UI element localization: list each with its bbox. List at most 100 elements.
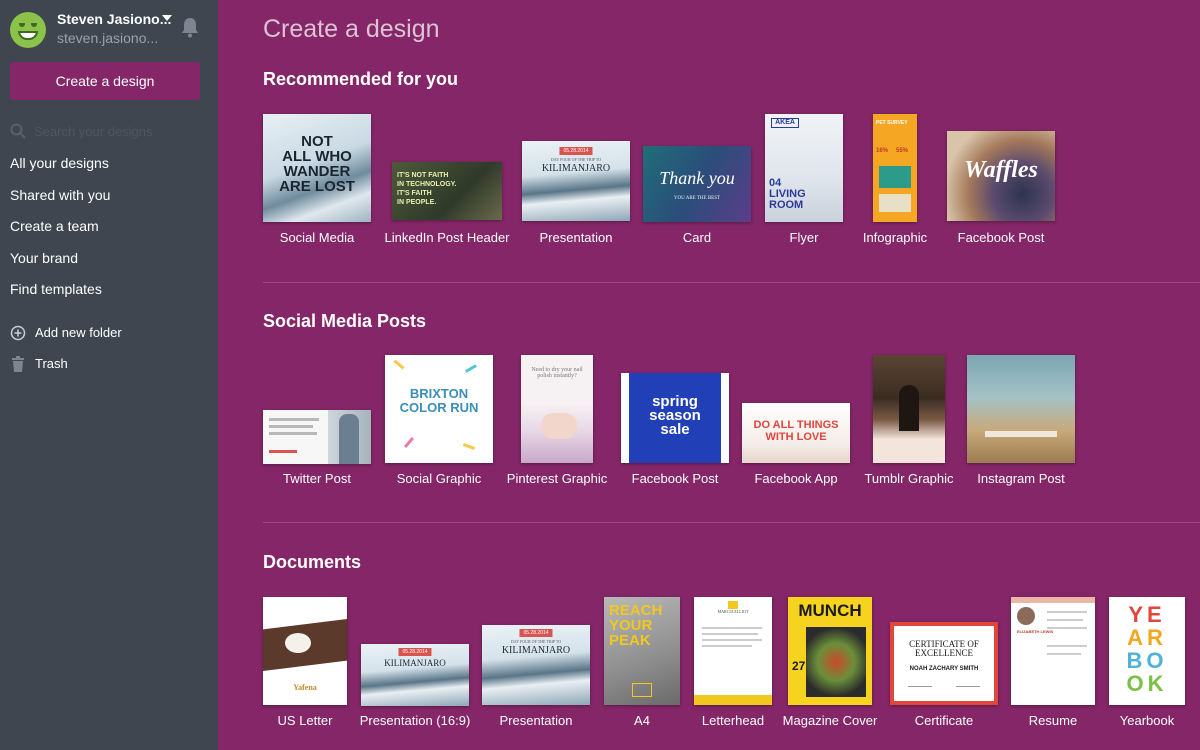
thumb-text: IT'S NOT FAITH [397, 172, 449, 179]
thumb-shape [269, 450, 297, 453]
thumb-shape [1047, 611, 1087, 613]
thumb-presentation-doc[interactable]: 05.28.2014 DAY FOUR OF THE TRIP TO KILIM… [482, 625, 590, 705]
thumb-date-tag: 05.28.2014 [398, 648, 432, 656]
thumb-text: 27 [792, 659, 806, 673]
thumb-text: 16% [876, 148, 889, 154]
thumb-shape [1011, 597, 1095, 603]
thumb-shape [694, 695, 772, 705]
thumb-facebook-post-2[interactable]: spring season sale [621, 373, 729, 463]
thumb-person [339, 414, 359, 464]
thumb-presentation[interactable]: 05.28.2014 DAY FOUR OF THE TRIP TO KILIM… [522, 141, 630, 221]
thumb-text: YOU ARE THE BEST [673, 196, 721, 201]
thumb-text: PEAK [609, 632, 651, 649]
create-design-button[interactable]: Create a design [10, 62, 200, 100]
nav-create-a-team[interactable]: Create a team [10, 218, 99, 234]
thumb-shape [1047, 645, 1087, 647]
thumb-text: KILIMANJARO [541, 163, 611, 174]
thumb-shape [1047, 653, 1081, 655]
thumb-person [899, 385, 919, 431]
nav-all-your-designs[interactable]: All your designs [10, 155, 109, 171]
thumb-us-letter[interactable]: Yafena [263, 597, 347, 705]
label-presentation-16-9[interactable]: Presentation (16:9) [345, 713, 485, 728]
thumb-text: AR [1127, 625, 1167, 650]
thumb-infographic[interactable]: PET SURVEY 16% 55% [873, 114, 917, 222]
thumb-flyer[interactable]: AKEA 04 LIVING ROOM [765, 114, 843, 222]
thumb-text: Waffles [964, 157, 1038, 183]
thumb-facebook-app[interactable]: DO ALL THINGS WITH LOVE [742, 403, 850, 463]
thumb-shape [956, 686, 980, 687]
thumb-text: IT'S FAITH [397, 190, 432, 197]
label-instagram-post[interactable]: Instagram Post [951, 471, 1091, 486]
thumb-text: BO [1126, 648, 1168, 673]
thumb-text: KILIMANJARO [501, 645, 571, 656]
thumb-instagram-post[interactable] [967, 355, 1075, 463]
label-facebook-post[interactable]: Facebook Post [931, 230, 1071, 245]
thumb-tumblr-graphic[interactable] [873, 355, 945, 463]
thumb-text: NOT [301, 133, 333, 150]
thumb-hand [541, 413, 577, 439]
nav-your-brand[interactable]: Your brand [10, 250, 78, 266]
label-twitter-post[interactable]: Twitter Post [247, 471, 387, 486]
section-divider [263, 282, 1200, 283]
thumb-twitter-post[interactable] [263, 410, 371, 464]
thumb-letterhead[interactable]: MARCIA ELLIOT [694, 597, 772, 705]
label-facebook-post-2[interactable]: Facebook Post [605, 471, 745, 486]
thumb-text: KILIMANJARO [384, 658, 446, 668]
thumb-confetti [393, 359, 405, 370]
avatar-mouth [18, 31, 38, 40]
thumb-shape [269, 425, 313, 428]
search-icon [10, 123, 26, 139]
thumb-text: NOAH ZACHARY SMITH [909, 666, 979, 672]
thumb-text: polish instantly? [537, 373, 577, 379]
thumb-text: YE [1128, 602, 1166, 627]
label-yearbook[interactable]: Yearbook [1077, 713, 1200, 728]
thumb-shape [269, 432, 317, 435]
thumb-certificate[interactable]: CERTIFICATE OF EXCELLENCE NOAH ZACHARY S… [890, 622, 998, 705]
thumb-shape [908, 686, 932, 687]
section-title-documents: Documents [263, 552, 362, 572]
section-title-social-media-posts: Social Media Posts [263, 311, 427, 331]
thumb-social-graphic[interactable]: BRIXTON COLOR RUN [385, 355, 493, 463]
thumb-shape [269, 418, 319, 421]
search-input[interactable] [34, 121, 204, 141]
add-new-folder-label: Add new folder [35, 325, 122, 340]
thumb-card[interactable]: Thank you YOU ARE THE BEST [643, 146, 751, 222]
avatar-eye [31, 23, 37, 27]
thumb-yearbook[interactable]: YE AR BO OK [1109, 597, 1185, 705]
label-social-media[interactable]: Social Media [247, 230, 387, 245]
thumb-photo [1017, 607, 1035, 625]
thumb-text: ROOM [769, 199, 804, 211]
thumb-a4[interactable]: REACH YOUR PEAK [604, 597, 680, 705]
thumb-text: Thank you [659, 168, 735, 188]
thumb-facebook-post[interactable]: Waffles [947, 131, 1055, 221]
trash-label: Trash [35, 356, 68, 371]
thumb-confetti [462, 443, 476, 450]
caret-down-icon[interactable] [162, 15, 172, 21]
label-linkedin-post-header[interactable]: LinkedIn Post Header [377, 230, 517, 245]
thumb-linkedin-post-header[interactable]: IT'S NOT FAITH IN TECHNOLOGY. IT'S FAITH… [392, 162, 502, 220]
thumb-date-tag: 05.28.2014 [519, 629, 553, 637]
thumb-shape [879, 194, 911, 212]
thumb-social-media[interactable]: NOT ALL WHO WANDER ARE LOST [263, 114, 371, 222]
thumb-shape [1047, 619, 1083, 621]
nav-shared-with-you[interactable]: Shared with you [10, 187, 110, 203]
thumb-resume[interactable]: ELIZABETH LEWIS [1011, 597, 1095, 705]
nav-find-templates[interactable]: Find templates [10, 281, 102, 297]
thumb-shape [1047, 627, 1087, 629]
bell-icon[interactable] [180, 16, 200, 38]
thumb-text: MUNCH [798, 601, 862, 620]
thumb-text: COLOR RUN [399, 400, 479, 415]
section-title-recommended: Recommended for you [263, 69, 459, 89]
thumb-presentation-16-9[interactable]: 05.28.2014 KILIMANJARO [361, 644, 469, 706]
thumb-text: 55% [896, 148, 909, 154]
thumb-text: OK [1126, 671, 1168, 696]
thumb-magazine-cover[interactable]: MUNCH 27 [788, 597, 872, 705]
avatar[interactable] [10, 12, 46, 48]
thumb-text: Yafena [293, 683, 317, 692]
thumb-text: PET SURVEY [876, 120, 908, 126]
thumb-text: YOUR [609, 617, 653, 634]
search-bar[interactable] [10, 121, 208, 141]
user-name[interactable]: Steven Jasiono... [57, 11, 171, 27]
label-presentation[interactable]: Presentation [506, 230, 646, 245]
thumb-pinterest-graphic[interactable]: Need to dry your nail polish instantly? [521, 355, 593, 463]
